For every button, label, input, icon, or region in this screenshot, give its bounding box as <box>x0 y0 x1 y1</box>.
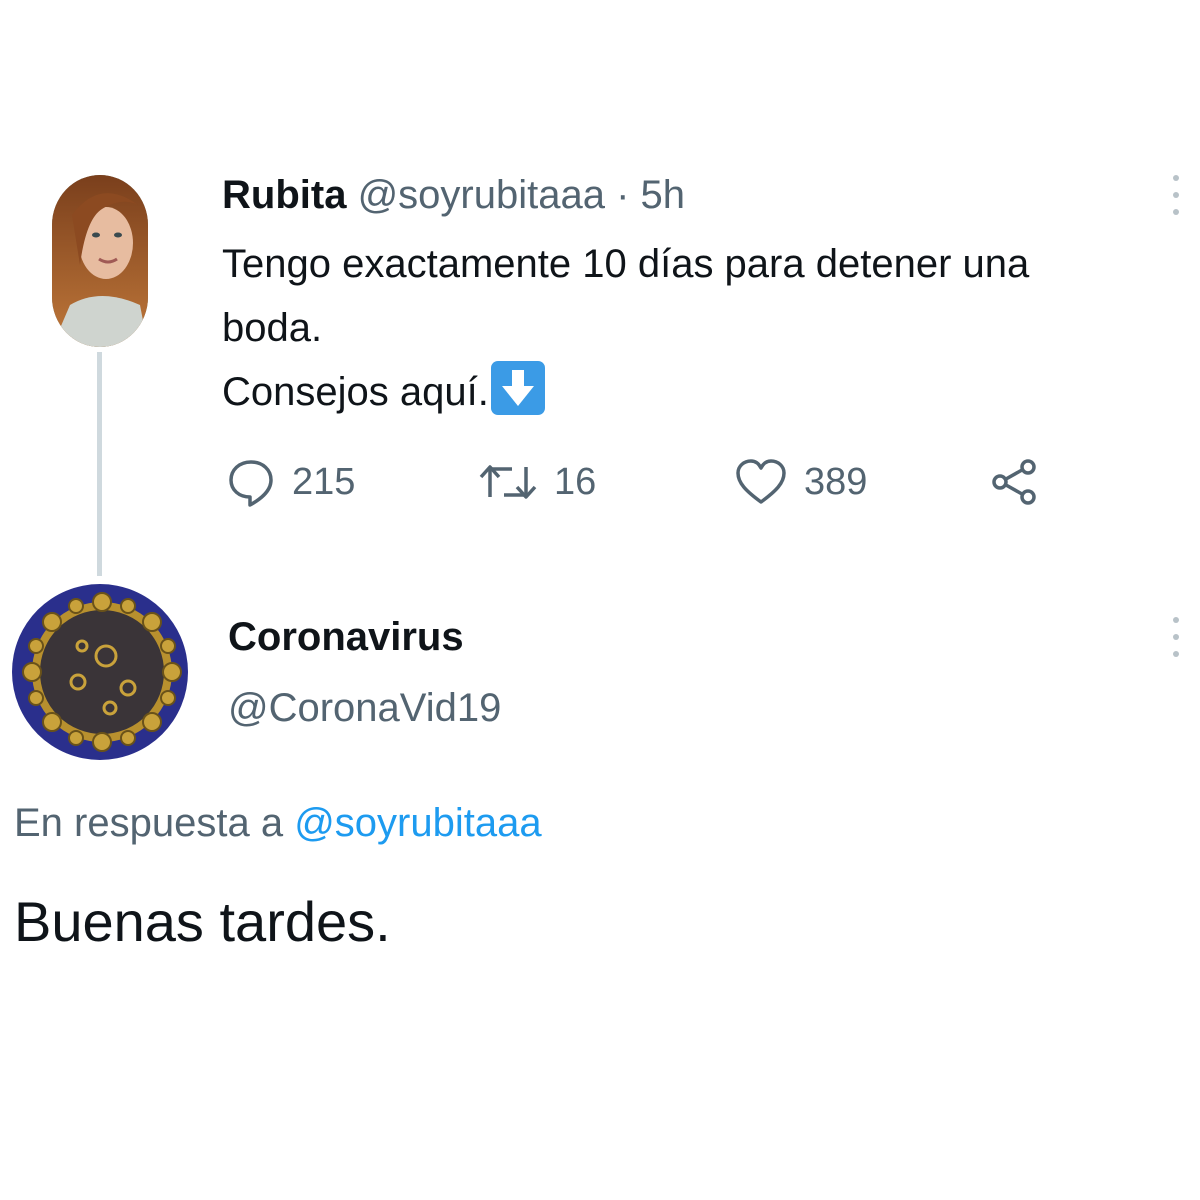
reply-text: Buenas tardes. <box>14 890 391 953</box>
author-handle[interactable]: @soyrubitaaa <box>358 173 605 217</box>
tweet-text-line: Consejos aquí. <box>222 360 1182 424</box>
reply-icon <box>229 460 273 507</box>
like-icon <box>736 459 786 504</box>
like-count: 389 <box>804 460 868 503</box>
in-reply-to-mention[interactable]: @soyrubitaaa <box>294 801 541 845</box>
down-arrow-emoji <box>490 361 545 415</box>
share-icon <box>992 459 1036 505</box>
thread-connector-line <box>97 352 102 576</box>
reply-count: 215 <box>292 460 356 503</box>
more-icon[interactable] <box>1170 172 1182 223</box>
tweet-text-line: boda. <box>222 306 323 350</box>
author-avatar[interactable] <box>52 175 148 347</box>
reply-author-avatar[interactable] <box>12 584 188 760</box>
retweet-icon <box>479 465 537 499</box>
tweet-header: Rubita @soyrubitaaa · 5h <box>222 170 685 220</box>
retweet-count: 16 <box>554 460 597 503</box>
tweet-text-line-text: Consejos aquí. <box>222 370 489 414</box>
reply-button[interactable]: 215 <box>226 455 355 509</box>
tweet-time[interactable]: 5h <box>641 173 686 217</box>
in-reply-to-label: En respuesta a <box>14 801 284 845</box>
reply-more-icon[interactable] <box>1170 614 1182 665</box>
reply-author-handle[interactable]: @CoronaVid19 <box>228 683 501 733</box>
tweet-text: Tengo exactamente 10 días para detener u… <box>222 232 1182 424</box>
separator-dot: · <box>616 173 630 217</box>
like-button[interactable]: 389 <box>734 455 867 509</box>
share-button[interactable] <box>990 455 1040 509</box>
in-reply-to: En respuesta a @soyrubitaaa <box>14 798 542 848</box>
author-name[interactable]: Rubita <box>222 173 346 217</box>
tweet-text-line: Tengo exactamente 10 días para detener u… <box>222 242 1030 286</box>
reply-author-name[interactable]: Coronavirus <box>228 612 464 662</box>
retweet-button[interactable]: 16 <box>478 455 596 509</box>
